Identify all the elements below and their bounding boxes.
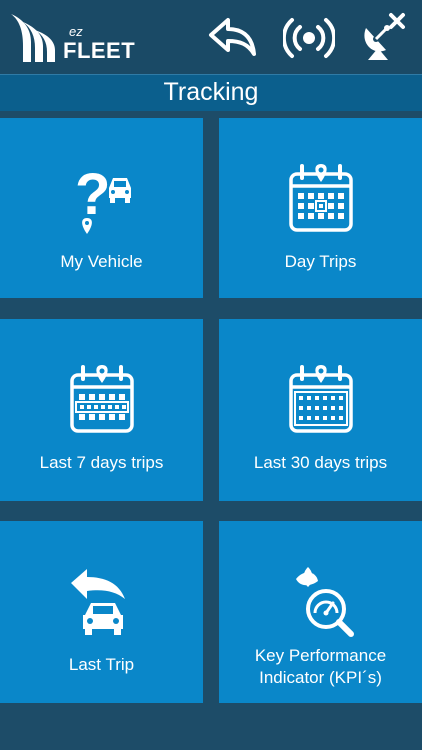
my-vehicle-label: My Vehicle	[60, 252, 143, 271]
kpi-label: Key Performance Indicator (KPI´s)	[254, 646, 387, 687]
satellite-disconnect-button[interactable]	[358, 12, 410, 64]
calendar-day-icon	[288, 164, 353, 232]
ezfleet-logo: ez FLEET	[9, 10, 136, 68]
last-trip-tile[interactable]: Last Trip	[0, 521, 203, 703]
logo-fleet-text: FLEET	[63, 38, 136, 63]
back-button[interactable]	[206, 12, 258, 64]
day-trips-tile[interactable]: Day Trips	[219, 118, 422, 298]
calendar-month-icon	[288, 365, 353, 433]
day-trips-label: Day Trips	[284, 252, 357, 271]
logo-ez-text: ez	[69, 24, 83, 39]
my-vehicle-tile[interactable]: ? My Vehicle	[0, 118, 203, 298]
vehicle-question-icon: ?	[75, 162, 131, 234]
satellite-disconnect-icon	[364, 13, 405, 60]
broadcast-icon	[283, 18, 335, 58]
back-icon	[209, 18, 256, 56]
last-30-days-trips-label: Last 30 days trips	[253, 453, 388, 472]
page-title: Tracking	[163, 78, 259, 106]
svg-text:?: ?	[75, 162, 110, 227]
last-7-days-trips-label: Last 7 days trips	[39, 453, 164, 472]
last-7-days-trips-tile[interactable]: Last 7 days trips	[0, 319, 203, 501]
kpi-tile[interactable]: Key Performance Indicator (KPI´s)	[219, 521, 422, 703]
top-bar: ez FLEET	[0, 0, 422, 74]
last-30-days-trips-tile[interactable]: Last 30 days trips	[219, 319, 422, 501]
car-return-icon	[70, 569, 125, 635]
last-trip-label: Last Trip	[68, 655, 135, 674]
calendar-week-icon	[69, 365, 134, 433]
page-title-bar: Tracking	[0, 74, 422, 111]
broadcast-button[interactable]	[283, 12, 335, 64]
kpi-magnifier-icon	[295, 567, 354, 637]
